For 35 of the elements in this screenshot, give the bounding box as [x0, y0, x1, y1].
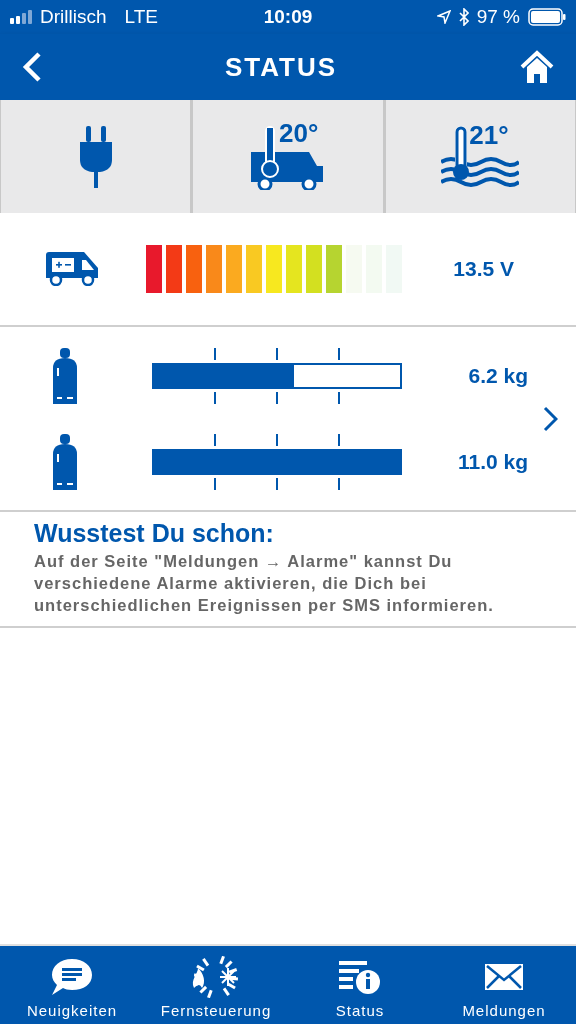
water-thermometer-icon	[441, 125, 520, 188]
clock-time: 10:09	[263, 4, 313, 29]
status-tile[interactable]: 21°	[385, 100, 575, 213]
gas-bottle-icon	[51, 347, 79, 404]
bluetooth-icon	[458, 8, 469, 26]
envelope-icon	[484, 962, 524, 991]
home-icon[interactable]	[520, 50, 554, 84]
status-tile[interactable]	[1, 100, 191, 213]
gas-bottle-icon	[51, 433, 79, 490]
carrier-name: Drillisch	[40, 4, 107, 29]
tip-heading: Wusstest Du schon:	[34, 518, 275, 548]
status-tile[interactable]: 20°	[193, 100, 383, 213]
tab-bar-item[interactable]: Fernsteuerung	[144, 946, 288, 1024]
network-type: LTE	[124, 4, 158, 29]
battery-icon	[528, 8, 566, 26]
temperature-reading: 21°	[469, 121, 509, 148]
list-info-icon	[339, 958, 381, 995]
signal-icon	[10, 10, 34, 24]
gas-weight-reading: 6.2 kg	[468, 362, 528, 389]
plug-icon	[77, 125, 114, 188]
tab-bar-item[interactable]: Meldungen	[432, 946, 576, 1024]
camper-battery-icon	[46, 252, 100, 286]
tip-text: Auf der Seite "Meldungen → Alarme" kannst Du verschiedene Alarme aktivieren, die Dich bei unterschiedlichen Ereignissen per SMS informieren.	[34, 551, 495, 616]
gas-weight-reading: 11.0 kg	[457, 448, 528, 475]
camper-thermometer-icon	[251, 123, 325, 190]
chevron-right-icon[interactable]	[542, 405, 558, 432]
location-arrow-icon	[436, 10, 451, 24]
voltage-reading: 13.5 V	[453, 256, 514, 283]
temperature-reading: 20°	[279, 119, 319, 146]
tab-bar-item[interactable]: Status	[288, 946, 432, 1024]
speech-bubble-icon	[51, 957, 93, 996]
back-chevron-icon[interactable]	[22, 52, 42, 82]
tab-bar-item[interactable]: Neuigkeiten	[0, 946, 144, 1024]
battery-percentage: 97 %	[476, 4, 520, 29]
screen-title: STATUS	[224, 50, 338, 84]
